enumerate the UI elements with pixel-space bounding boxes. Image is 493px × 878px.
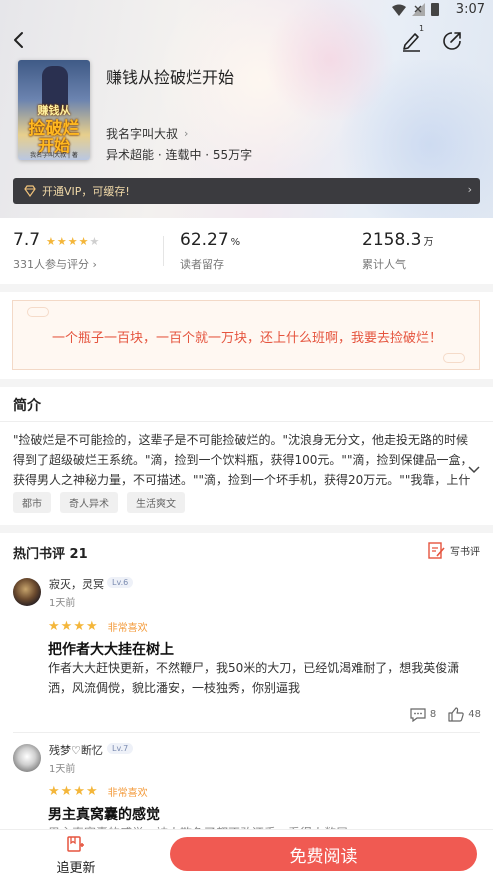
edit-count-badge: 1: [419, 24, 425, 33]
status-time: 3:07: [455, 2, 485, 17]
avatar[interactable]: [13, 578, 41, 606]
follow-updates-label: 追更新: [56, 861, 96, 876]
avatar[interactable]: [13, 744, 41, 772]
retention-stat: 62.27% 读者留存: [180, 230, 240, 272]
retention-unit: %: [230, 237, 241, 248]
like-count: 48: [468, 709, 481, 720]
divider: [13, 732, 480, 733]
bookmark-add-icon: [67, 836, 84, 852]
share-icon[interactable]: [441, 30, 463, 52]
vip-banner[interactable]: 开通VIP，可缓存! ›: [13, 178, 480, 204]
divider: [0, 421, 493, 422]
write-review-icon: [428, 542, 445, 559]
follow-updates-button[interactable]: 追更新: [53, 836, 99, 876]
tag-item[interactable]: 生活爽文: [127, 492, 185, 513]
review-body[interactable]: 作者大大赶快更新，不然鞭尸，我50米的大刀，已经饥渴难耐了，想我英俊潇洒，风流倜…: [48, 658, 480, 698]
diamond-icon: [24, 185, 36, 197]
expand-chevron-icon[interactable]: [466, 464, 482, 476]
user-level-badge: Lv.7: [107, 743, 134, 754]
review-title[interactable]: 把作者大大挂在树上: [48, 639, 174, 659]
comment-count: 8: [429, 709, 437, 720]
star-icon: ★: [60, 619, 73, 634]
user-level-badge: Lv.6: [107, 577, 134, 588]
no-signal-icon: [412, 3, 425, 16]
comment-button[interactable]: 8: [410, 707, 437, 722]
intro-heading: 简介: [13, 398, 41, 414]
author-name: 我名字叫大叔: [106, 127, 179, 141]
book-header: 3:07 1 赚钱从 捡破烂 开始 我名字叫大叔 | 著 赚钱从捡破烂开始 我名…: [0, 0, 493, 218]
stat-divider: [163, 236, 164, 266]
review-title[interactable]: 男主真窝囊的感觉: [48, 804, 160, 824]
book-meta: 异术超能 · 连载中 · 55万字: [106, 148, 253, 162]
tag-item[interactable]: 奇人异术: [60, 492, 118, 513]
star-icon: ★: [56, 235, 67, 248]
vip-text: 开通VIP，可缓存!: [42, 185, 130, 198]
free-read-button[interactable]: 免费阅读: [170, 837, 477, 871]
popularity-stat: 2158.3 万 累计人气: [362, 230, 433, 272]
star-icon: ★: [73, 619, 85, 634]
cover-author-line: 我名字叫大叔 | 著: [30, 152, 78, 159]
quote-decoration: [27, 307, 49, 317]
book-cover[interactable]: 赚钱从 捡破烂 开始 我名字叫大叔 | 著: [18, 60, 90, 160]
intro-text: "捡破烂是不可能捡的，这辈子是不可能捡破烂的。"沈浪身无分文，他走投无路的时候得…: [13, 433, 473, 487]
review-actions: 8 48: [410, 707, 481, 722]
write-review-label: 写书评: [450, 547, 480, 558]
bottom-action-bar: 追更新 免费阅读: [0, 829, 493, 878]
star-icon: ★: [48, 619, 60, 634]
wifi-icon: [392, 4, 406, 16]
chevron-right-icon: ›: [92, 258, 97, 271]
chevron-right-icon: ›: [184, 127, 189, 140]
quote-decoration: [443, 353, 465, 363]
rating-score: 7.7: [13, 230, 41, 250]
star-icon: ★: [78, 235, 89, 248]
tag-list: 都市 奇人异术 生活爽文: [13, 492, 185, 513]
review-time: 1天前: [49, 598, 76, 609]
retention-value: 62.27: [180, 230, 229, 250]
rating-label: 非常喜欢: [107, 623, 148, 634]
star-icon: ★: [89, 235, 100, 248]
section-separator: [0, 379, 493, 387]
write-review-button[interactable]: 写书评: [428, 542, 480, 559]
star-icon: ★: [60, 784, 73, 799]
star-icon: ★: [85, 619, 98, 634]
author-link[interactable]: 我名字叫大叔 ›: [106, 125, 188, 142]
star-icon: ★: [73, 784, 85, 799]
rating-stars: ★ ★ ★ ★ ★: [46, 235, 99, 248]
thumbs-up-icon: [448, 707, 464, 722]
review-rating: ★ ★ ★ ★ 非常喜欢: [48, 784, 148, 799]
rating-label: 非常喜欢: [107, 788, 148, 799]
retention-label: 读者留存: [180, 258, 224, 271]
section-separator: [0, 284, 493, 292]
tag-item[interactable]: 都市: [13, 492, 51, 513]
featured-quote: 一个瓶子一百块，一百个就一万块，还上什么班啊，我要去捡破烂！: [12, 300, 480, 370]
section-separator: [0, 525, 493, 533]
rating-stat[interactable]: 7.7 ★ ★ ★ ★ ★ 331人参与评分 ›: [13, 230, 99, 272]
popularity-label: 累计人气: [362, 258, 406, 271]
popularity-unit: 万: [423, 237, 434, 248]
quote-text: 一个瓶子一百块，一百个就一万块，还上什么班啊，我要去捡破烂！: [51, 331, 442, 346]
review-username[interactable]: 残梦♡断忆: [49, 742, 103, 758]
comment-icon: [410, 707, 426, 722]
status-bar: 3:07: [0, 0, 493, 22]
book-title: 赚钱从捡破烂开始: [106, 68, 235, 87]
edit-pen-icon[interactable]: [400, 30, 424, 52]
review-username[interactable]: 寂灭，灵冥: [49, 576, 104, 592]
back-arrow-icon[interactable]: [8, 28, 30, 52]
star-icon: ★: [48, 784, 60, 799]
popularity-value: 2158.3: [362, 230, 422, 250]
battery-icon: [431, 3, 439, 16]
star-icon: ★: [46, 235, 56, 248]
review-rating: ★ ★ ★ ★ 非常喜欢: [48, 619, 148, 634]
reviews-heading: 热门书评 21: [13, 547, 88, 562]
like-button[interactable]: 48: [448, 707, 481, 722]
star-icon: ★: [85, 784, 98, 799]
review-time: 1天前: [49, 764, 76, 775]
book-stats: 7.7 ★ ★ ★ ★ ★ 331人参与评分 › 62.27% 读者留存 2158.3 万…: [0, 218, 493, 284]
star-icon: ★: [67, 235, 78, 248]
rating-count: 331人参与评分: [13, 258, 89, 271]
chevron-right-icon: ›: [467, 183, 472, 196]
